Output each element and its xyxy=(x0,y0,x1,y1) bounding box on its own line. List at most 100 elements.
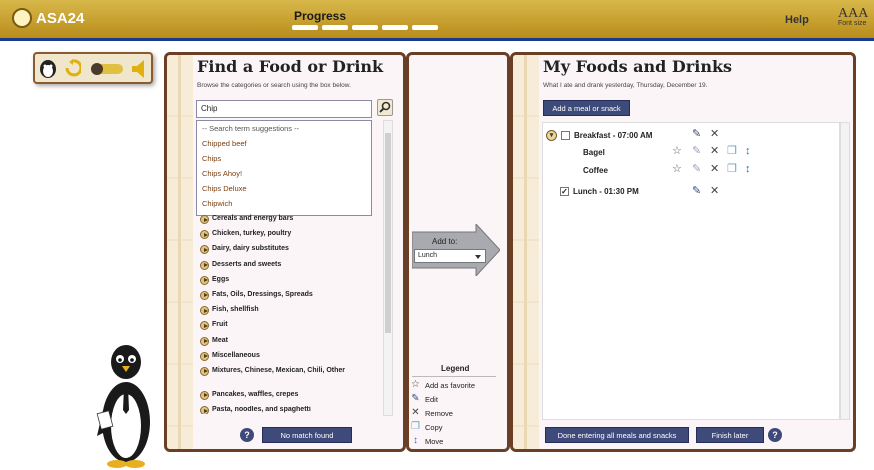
legend-label: Edit xyxy=(425,394,438,404)
suggestion-item[interactable]: Chipwich xyxy=(197,196,371,211)
suggestion-item[interactable]: Chips xyxy=(197,151,371,166)
meal-name: Lunch - 01:30 PM xyxy=(573,187,639,196)
move-icon: ↕ xyxy=(413,435,418,446)
remove-icon[interactable]: ✕ xyxy=(710,129,719,140)
meal-checkbox[interactable] xyxy=(561,131,570,140)
font-size-control[interactable]: AAA Font size xyxy=(838,6,868,27)
my-foods-subtitle: What I ate and drank yesterday, Thursday… xyxy=(543,82,708,89)
category-scrollbar[interactable] xyxy=(383,120,393,416)
meal-checkbox[interactable]: ✓ xyxy=(560,187,569,196)
edit-icon[interactable]: ✎ xyxy=(692,129,701,140)
meal-row-lunch[interactable]: ✓ Lunch - 01:30 PM xyxy=(560,187,639,196)
expand-arrow-icon xyxy=(200,215,209,224)
category-label: Dairy, dairy substitutes xyxy=(212,245,289,253)
legend-label: Copy xyxy=(425,422,443,432)
done-entering-button[interactable]: Done entering all meals and snacks xyxy=(545,427,689,443)
category-item[interactable]: Pancakes, waffles, crepes xyxy=(200,390,380,406)
category-item[interactable]: Pasta, noodles, and spaghetti xyxy=(200,406,380,415)
meal-list-scrollbar[interactable] xyxy=(840,122,850,420)
copy-icon[interactable]: ❐ xyxy=(727,164,737,175)
star-icon[interactable]: ☆ xyxy=(672,164,682,175)
move-icon[interactable]: ↕ xyxy=(745,164,751,175)
move-icon[interactable]: ↕ xyxy=(745,146,751,157)
header-rule xyxy=(0,38,874,41)
edit-icon[interactable]: ✎ xyxy=(692,164,701,175)
food-item[interactable]: Bagel xyxy=(583,148,605,157)
category-item[interactable]: Mixtures, Chinese, Mexican, Chili, Other xyxy=(200,366,380,391)
penguin-head-icon[interactable] xyxy=(39,57,57,79)
help-button[interactable]: ? xyxy=(768,428,782,442)
add-meal-button[interactable]: Add a meal or snack xyxy=(543,100,630,116)
category-label: Pasta, noodles, and spaghetti xyxy=(212,406,311,414)
add-to-label: Add to: xyxy=(432,237,458,246)
suggestions-header: -- Search term suggestions -- xyxy=(202,124,300,133)
help-link[interactable]: Help xyxy=(785,14,809,26)
suggestion-item[interactable]: Chipped beef xyxy=(197,136,371,151)
legend-title: Legend xyxy=(441,364,470,373)
replay-icon[interactable] xyxy=(65,59,81,77)
star-icon: ☆ xyxy=(411,379,420,390)
meal-select[interactable]: Lunch xyxy=(414,249,486,263)
legend-item: ✎ Edit xyxy=(410,394,438,404)
category-item[interactable]: Desserts and sweets xyxy=(200,260,380,276)
find-help-button[interactable]: ? xyxy=(240,428,254,442)
remove-icon: ✕ xyxy=(411,407,420,418)
category-label: Fish, shellfish xyxy=(212,306,259,314)
category-item[interactable]: Miscellaneous xyxy=(200,351,380,367)
audio-toggle-icon[interactable] xyxy=(89,62,125,76)
search-input[interactable]: Chip xyxy=(196,100,372,118)
legend-divider xyxy=(412,376,496,377)
search-button[interactable] xyxy=(377,99,393,116)
category-label: Fruit xyxy=(212,321,228,329)
logo-text: ASA24 xyxy=(36,9,85,27)
category-item[interactable]: Eggs xyxy=(200,275,380,291)
meal-name: Breakfast - 07:00 AM xyxy=(574,131,653,140)
my-foods-title: My Foods and Drinks xyxy=(543,57,733,76)
legend-item: ✕ Remove xyxy=(410,408,453,418)
finish-later-button[interactable]: Finish later xyxy=(696,427,764,443)
category-item[interactable]: Fish, shellfish xyxy=(200,306,380,321)
penguin-mascot-icon xyxy=(96,345,150,468)
remove-icon[interactable]: ✕ xyxy=(710,186,719,197)
category-item[interactable]: Chicken, turkey, poultry xyxy=(200,230,380,245)
expand-arrow-icon xyxy=(200,306,209,316)
collapse-icon[interactable]: ▾ xyxy=(546,130,557,141)
find-title: Find a Food or Drink xyxy=(197,57,384,76)
category-label: Meat xyxy=(212,336,228,344)
category-list: Cereals and energy bars Chicken, turkey,… xyxy=(200,215,380,415)
edit-icon[interactable]: ✎ xyxy=(692,186,701,197)
category-label: Pancakes, waffles, crepes xyxy=(212,390,299,398)
food-item[interactable]: Coffee xyxy=(583,166,608,175)
remove-icon[interactable]: ✕ xyxy=(710,164,719,175)
meal-select-value: Lunch xyxy=(418,252,438,259)
audio-controls xyxy=(33,52,153,84)
logo-mark-icon xyxy=(12,8,32,28)
suggestion-item[interactable]: Chips Ahoy! xyxy=(197,166,371,181)
edit-icon[interactable]: ✎ xyxy=(692,146,701,157)
expand-arrow-icon xyxy=(200,290,209,300)
progress-segment xyxy=(412,25,438,30)
remove-icon[interactable]: ✕ xyxy=(710,146,719,157)
category-label: Fats, Oils, Dressings, Spreads xyxy=(212,290,313,298)
category-label: Eggs xyxy=(212,275,230,283)
category-item[interactable]: Cereals and energy bars xyxy=(200,215,380,230)
suggestion-item[interactable]: Chips Deluxe xyxy=(197,181,371,196)
category-item[interactable]: Dairy, dairy substitutes xyxy=(200,245,380,260)
category-item[interactable]: Fats, Oils, Dressings, Spreads xyxy=(200,290,380,306)
legend-item: ↕ Move xyxy=(410,436,443,446)
expand-arrow-icon xyxy=(200,366,209,376)
legend-item: ❐ Copy xyxy=(410,422,443,432)
scroll-thumb[interactable] xyxy=(385,133,391,333)
meal-row-breakfast[interactable]: ▾ Breakfast - 07:00 AM xyxy=(546,130,652,141)
progress-bar xyxy=(292,25,438,30)
speaker-icon[interactable] xyxy=(131,59,147,79)
category-item[interactable]: Meat xyxy=(200,336,380,352)
top-bar: ASA24 Progress Help AAA Font size xyxy=(0,0,874,38)
category-label: Mixtures, Chinese, Mexican, Chili, Other xyxy=(212,366,346,374)
category-item[interactable]: Fruit xyxy=(200,321,380,336)
no-match-button[interactable]: No match found xyxy=(262,427,352,443)
progress-segment xyxy=(322,25,348,30)
copy-icon[interactable]: ❐ xyxy=(727,146,737,157)
logo: ASA24 xyxy=(12,8,84,28)
star-icon[interactable]: ☆ xyxy=(672,146,682,157)
